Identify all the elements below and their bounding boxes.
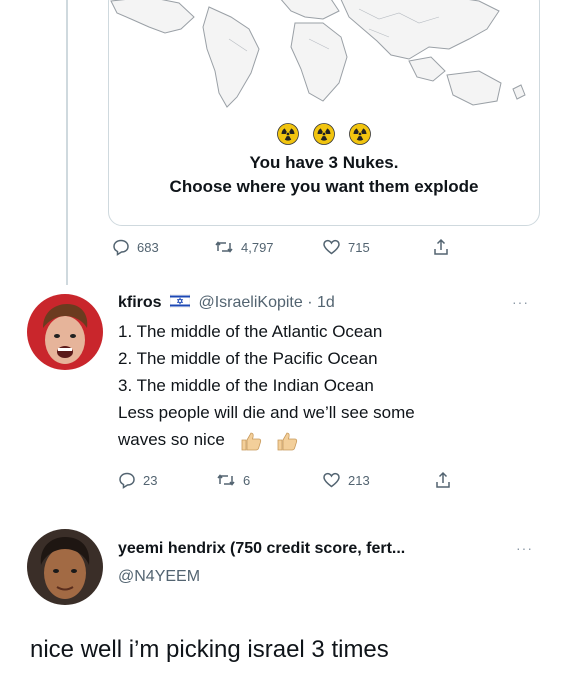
like-count: 213 xyxy=(348,472,370,488)
reply-button[interactable]: 23 xyxy=(118,471,216,489)
avatar-image xyxy=(27,529,103,605)
tweet-line: 3. The middle of the Indian Ocean xyxy=(118,376,374,395)
author-handle[interactable]: @N4YEEM xyxy=(118,568,200,585)
share-icon xyxy=(434,238,448,255)
tweet1-action-bar: 683 4,797 715 xyxy=(112,238,450,256)
author-name[interactable]: yeemi hendrix (750 credit score, fert... xyxy=(118,540,405,557)
retweet-count: 4,797 xyxy=(241,239,274,255)
share-icon xyxy=(436,471,450,488)
author-handle[interactable]: @IsraeliKopite xyxy=(198,294,302,311)
more-options-button[interactable]: ··· xyxy=(512,294,529,310)
tweet-line-last: waves so nice xyxy=(118,426,415,453)
timestamp[interactable]: 1d xyxy=(317,294,335,311)
tweet2-header: kfiros @IsraeliKopite · 1d xyxy=(118,293,335,312)
thread-connector-line xyxy=(66,0,68,285)
more-options-button[interactable]: ··· xyxy=(516,540,533,556)
retweet-icon xyxy=(215,241,233,253)
reply-icon xyxy=(113,239,129,256)
retweet-count: 6 xyxy=(243,472,251,488)
image-card[interactable]: You have 3 Nukes. Choose where you want … xyxy=(108,0,540,226)
card-caption-line2: Choose where you want them explode xyxy=(169,177,479,196)
separator-dot: · xyxy=(307,294,313,311)
radiation-icon xyxy=(349,123,371,145)
like-button[interactable]: 213 xyxy=(322,471,434,489)
tweet-line: 2. The middle of the Pacific Ocean xyxy=(118,349,378,368)
retweet-button[interactable]: 4,797 xyxy=(214,238,322,256)
israel-flag-icon xyxy=(169,293,191,309)
like-button[interactable]: 715 xyxy=(322,238,432,256)
avatar-kfiros[interactable] xyxy=(27,294,103,370)
avatar-image xyxy=(27,294,103,370)
share-button[interactable] xyxy=(432,238,450,256)
heart-icon xyxy=(323,472,340,488)
avatar-yeemi-hendrix[interactable] xyxy=(27,529,103,605)
tweet-line: 1. The middle of the Atlantic Ocean xyxy=(118,322,383,341)
card-caption: You have 3 Nukes. Choose where you want … xyxy=(109,151,539,199)
share-button[interactable] xyxy=(434,471,452,489)
retweet-icon xyxy=(217,474,235,486)
reply-button[interactable]: 683 xyxy=(112,238,214,256)
tweet2-action-bar: 23 6 213 xyxy=(118,471,452,489)
reply-icon xyxy=(119,472,135,489)
radiation-icons-row xyxy=(109,123,539,145)
reply-count: 23 xyxy=(143,472,158,488)
thumbs-up-icon xyxy=(277,432,298,450)
heart-icon xyxy=(323,239,340,255)
tweet2-text: 1. The middle of the Atlantic Ocean 2. T… xyxy=(118,318,415,453)
thumbs-up-icon xyxy=(241,432,261,450)
author-name[interactable]: kfiros xyxy=(118,294,162,311)
tweet3-header: yeemi hendrix (750 credit score, fert... xyxy=(118,540,405,558)
tweet-line: Less people will die and we’ll see some xyxy=(118,403,415,422)
world-map-image xyxy=(110,0,526,108)
retweet-button[interactable]: 6 xyxy=(216,471,322,489)
reply-text: nice well i’m picking israel 3 times xyxy=(30,636,389,663)
card-caption-line1: You have 3 Nukes. xyxy=(249,153,399,172)
radiation-icon xyxy=(277,123,299,145)
tweet3-handle-line: @N4YEEM xyxy=(118,568,200,586)
like-count: 715 xyxy=(348,239,370,255)
reply-count: 683 xyxy=(137,239,159,255)
tweet-line: waves so nice xyxy=(118,430,225,449)
radiation-icon xyxy=(313,123,335,145)
